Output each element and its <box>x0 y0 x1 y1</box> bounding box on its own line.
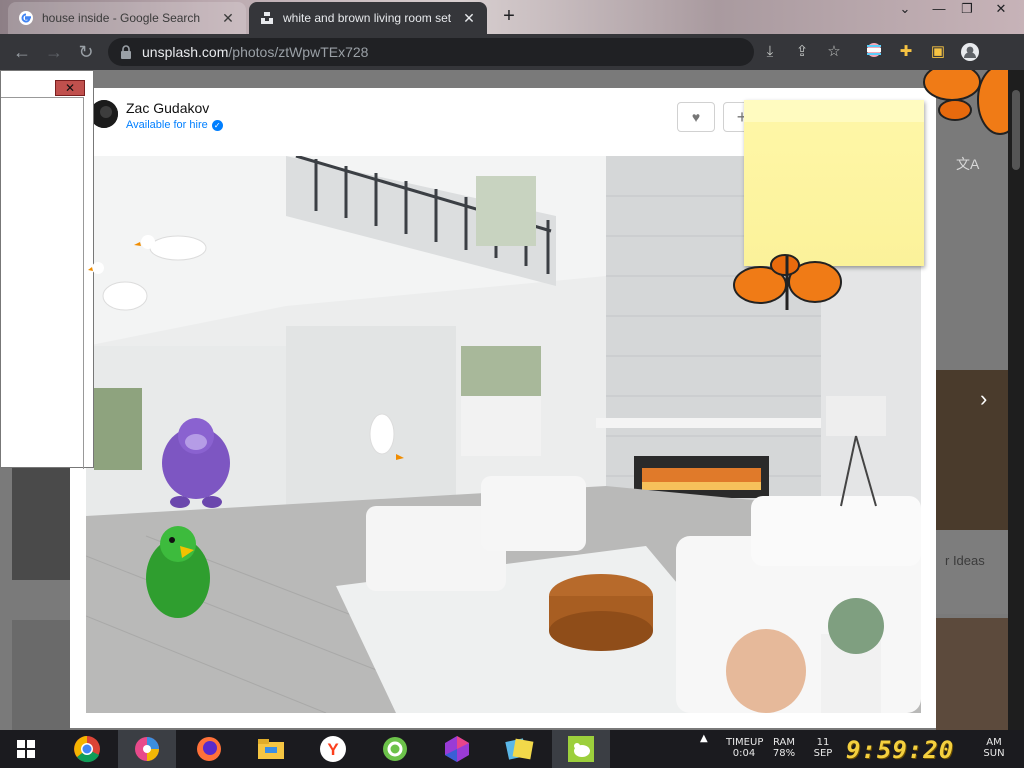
pinwheel-icon[interactable] <box>118 730 176 768</box>
browser-toolbar: ← → ↻ unsplash.com/photos/ztWpwTEx728 ⤓ … <box>0 34 1024 70</box>
desktop-pet-app-icon[interactable] <box>552 730 610 768</box>
tab-search-icon[interactable]: ⌄ <box>890 0 920 18</box>
parrot-icon[interactable] <box>146 526 210 618</box>
close-icon[interactable]: ✕ <box>461 10 477 26</box>
bookmark-star-icon[interactable]: ☆ <box>824 42 844 62</box>
tab-title: white and brown living room set <box>283 11 452 25</box>
firefox-icon[interactable] <box>180 730 238 768</box>
address-bar[interactable]: unsplash.com/photos/ztWpwTEx728 <box>108 38 754 66</box>
profile-avatar-icon[interactable] <box>960 42 980 62</box>
window-close-button[interactable]: ✕ <box>986 0 1016 18</box>
mobile-app-icon[interactable] <box>366 730 424 768</box>
chrome-icon[interactable] <box>58 730 116 768</box>
lock-icon <box>121 45 131 59</box>
tab-strip: house inside - Google Search ✕ white and… <box>0 0 1024 34</box>
install-app-icon[interactable]: ⤓ <box>760 42 780 62</box>
goose-icon[interactable] <box>369 413 404 460</box>
google-g-icon <box>18 10 34 26</box>
minimize-button[interactable]: — <box>924 0 954 18</box>
cards-app-icon[interactable] <box>490 730 548 768</box>
svg-text:Y: Y <box>327 740 339 759</box>
new-tab-button[interactable]: + <box>498 6 520 28</box>
ram-value: 78% <box>772 748 796 759</box>
tab-title: house inside - Google Search <box>42 11 201 25</box>
gem-app-icon[interactable] <box>428 730 486 768</box>
reload-icon[interactable]: ↻ <box>74 40 98 64</box>
clock-weekday: SUN <box>983 748 1005 759</box>
back-arrow-icon[interactable]: ← <box>10 40 34 64</box>
desktop-pets-overlay <box>88 70 1023 618</box>
date-month: SEP <box>813 748 833 759</box>
uptime-label: TIMEUP <box>726 737 764 748</box>
url-host: unsplash.com <box>142 44 229 60</box>
uptime-value: 0:04 <box>732 748 756 759</box>
goose-icon[interactable] <box>88 262 148 311</box>
windows-start-icon[interactable] <box>0 730 52 768</box>
extensions-puzzle-icon[interactable]: ✚ <box>896 42 916 62</box>
page-scrollbar[interactable] <box>1008 70 1024 730</box>
clock-ampm: AM <box>986 737 1002 748</box>
bonzi-buddy-icon[interactable] <box>162 418 230 508</box>
close-icon[interactable]: ✕ <box>220 10 236 26</box>
side-panel-icon[interactable]: ▣ <box>928 42 948 62</box>
extension-flag-icon[interactable] <box>864 42 884 62</box>
goose-icon[interactable] <box>134 235 207 261</box>
taskbar: Y ▲ TIMEUP 0:04 RAM 78% 11 SEP 9:59:20 A… <box>0 730 1024 768</box>
unsplash-icon <box>259 10 275 26</box>
scrollbar-thumb[interactable] <box>1012 90 1020 170</box>
share-icon[interactable]: ⇪ <box>792 42 812 62</box>
tab-unsplash-photo[interactable]: white and brown living room set ✕ <box>249 2 487 34</box>
page-content: 文A r Ideas › Zac Gudakov Available for h… <box>0 70 1024 730</box>
butterfly-icon[interactable] <box>733 254 842 310</box>
file-explorer-icon[interactable] <box>242 730 300 768</box>
tray-chevron-icon[interactable]: ▲ <box>700 734 708 744</box>
ram-label: RAM <box>772 737 795 748</box>
tab-google-search[interactable]: house inside - Google Search ✕ <box>8 2 246 34</box>
desktop-clock[interactable]: 9:59:20 <box>846 736 954 764</box>
restore-button[interactable]: ❐ <box>952 0 982 18</box>
date-day: 11 <box>816 737 830 748</box>
forward-arrow-icon[interactable]: → <box>42 40 66 64</box>
yandex-browser-icon[interactable]: Y <box>304 730 362 768</box>
url-path: /photos/ztWpwTEx728 <box>228 44 369 60</box>
